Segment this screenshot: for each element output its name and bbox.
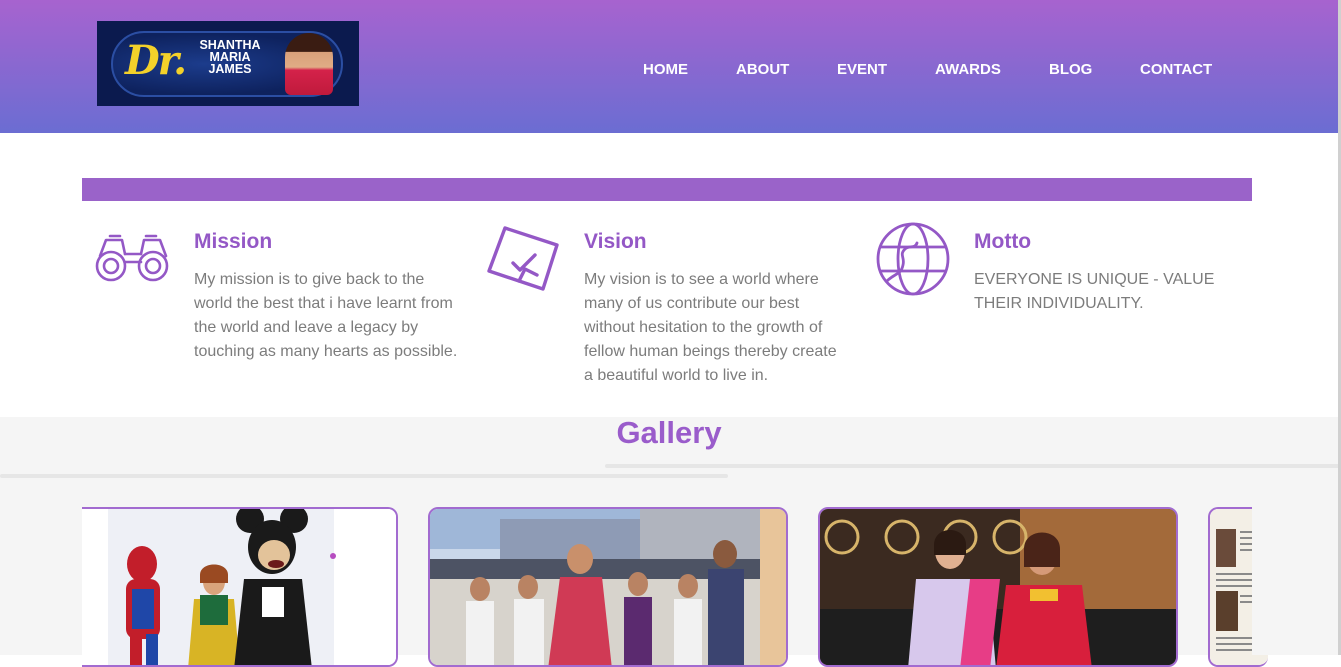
checklist-icon bbox=[487, 226, 559, 291]
logo-name: SHANTHA MARIA JAMES bbox=[175, 39, 285, 76]
motto-title: Motto bbox=[974, 230, 1032, 253]
gallery-divider-left bbox=[0, 474, 728, 478]
globe-icon bbox=[876, 222, 950, 296]
gallery-photo-two-women bbox=[820, 509, 1176, 665]
nav-contact[interactable]: CONTACT bbox=[1140, 61, 1212, 78]
mission-title: Mission bbox=[194, 230, 273, 253]
gallery-photo-school-students bbox=[430, 509, 786, 665]
binoculars-icon bbox=[95, 234, 169, 282]
gallery-divider-right bbox=[605, 464, 1340, 468]
logo-portrait bbox=[285, 33, 333, 95]
nav-blog[interactable]: BLOG bbox=[1049, 61, 1092, 78]
gallery-item-2[interactable] bbox=[428, 507, 788, 667]
nav-event[interactable]: EVENT bbox=[837, 61, 887, 78]
gallery-item-1[interactable] bbox=[82, 507, 398, 667]
vision-title: Vision bbox=[584, 230, 647, 253]
vision-text: My vision is to see a world where many o… bbox=[584, 271, 837, 384]
gallery-item-3[interactable] bbox=[818, 507, 1178, 667]
gallery-photo-costume-characters bbox=[82, 509, 396, 665]
site-header: Dr. SHANTHA MARIA JAMES HOME ABOUT EVENT… bbox=[0, 0, 1338, 133]
section-divider-bar bbox=[82, 178, 1252, 201]
mission-text: My mission is to give back to the world … bbox=[194, 271, 458, 360]
gallery-title: Gallery bbox=[616, 415, 722, 450]
site-logo[interactable]: Dr. SHANTHA MARIA JAMES bbox=[97, 21, 359, 106]
nav-awards[interactable]: AWARDS bbox=[935, 61, 1001, 78]
nav-about[interactable]: ABOUT bbox=[736, 61, 789, 78]
nav-home[interactable]: HOME bbox=[643, 61, 688, 78]
motto-text: EVERYONE IS UNIQUE - VALUE THEIR INDIVID… bbox=[974, 271, 1215, 312]
logo-name-line3: JAMES bbox=[208, 62, 252, 76]
gallery-edge-mask bbox=[1252, 500, 1338, 655]
